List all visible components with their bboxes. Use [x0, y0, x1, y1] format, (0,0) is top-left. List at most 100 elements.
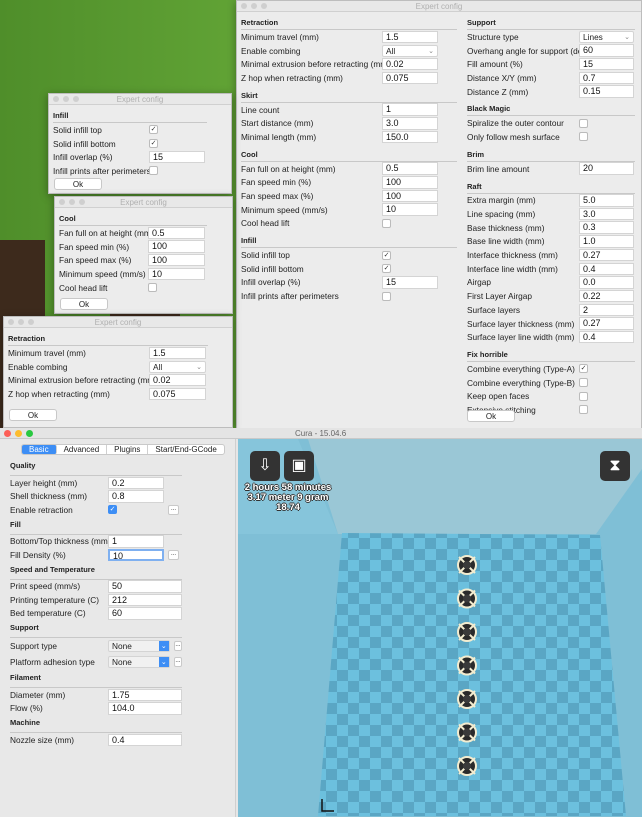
line-count-input[interactable]: 1 [382, 103, 438, 116]
distance-x-y-mm-input[interactable]: 0.7 [579, 71, 634, 85]
ok-button[interactable]: Ok [54, 178, 102, 190]
bottom-top-thickness-mm-input[interactable]: 1 [108, 535, 164, 548]
minimum-speed-mm-s-input[interactable]: 10 [148, 267, 205, 281]
extra-margin-mm-input[interactable]: 5.0 [579, 194, 634, 207]
fan-full-on-at-height-mm-input[interactable]: 0.5 [148, 226, 205, 240]
minimal-length-mm-input[interactable]: 150.0 [382, 130, 438, 144]
combine-everything-type-a-checkbox[interactable] [579, 364, 588, 374]
z-hop-when-retracting-mm-input[interactable]: 0.075 [382, 71, 438, 85]
bed-temperature-c-input[interactable]: 60 [108, 607, 182, 620]
minimal-extrusion-before-retracting-mm-input[interactable]: 0.02 [149, 373, 206, 387]
close-button[interactable] [4, 430, 11, 437]
support-type-select[interactable]: None ⌄ [108, 640, 170, 652]
airgap-input[interactable]: 0.0 [579, 276, 634, 289]
nozzle-size-mm-input[interactable]: 0.4 [108, 733, 182, 746]
ok-button[interactable]: Ok [9, 409, 57, 421]
ok-button[interactable]: Ok [60, 298, 108, 310]
first-layer-airgap-input[interactable]: 0.22 [579, 289, 634, 303]
infill-prints-after-perimeters-checkbox[interactable] [149, 166, 158, 176]
z-hop-when-retracting-mm-input[interactable]: 0.075 [149, 387, 206, 401]
shell-thickness-mm-input[interactable]: 0.8 [108, 490, 164, 503]
title-bar[interactable]: Cura - 15.04.6 [0, 428, 642, 439]
view-mode-button[interactable]: ⧗ [600, 451, 630, 481]
fan-speed-min-input[interactable]: 100 [382, 176, 438, 189]
distance-z-mm-input[interactable]: 0.15 [579, 85, 634, 98]
combine-everything-type-b-checkbox[interactable] [579, 378, 588, 388]
printed-object[interactable] [457, 756, 477, 776]
fill-density-input[interactable]: 10 [108, 548, 164, 561]
ok-button[interactable]: Ok [467, 410, 515, 422]
printed-object[interactable] [457, 655, 477, 676]
flow-input[interactable]: 104.0 [108, 702, 182, 715]
extensive-stitching-checkbox[interactable] [579, 405, 588, 415]
infill-prints-after-perimeters-checkbox[interactable] [382, 291, 391, 301]
more-options-button[interactable]: ... [168, 549, 179, 560]
printing-temperature-c-input[interactable]: 212 [108, 593, 182, 606]
fill-amount-input[interactable]: 15 [579, 57, 634, 71]
only-follow-mesh-surface-checkbox[interactable] [579, 132, 588, 142]
window-controls[interactable] [8, 319, 34, 325]
keep-open-faces-checkbox[interactable] [579, 391, 588, 401]
more-options-button[interactable]: ... [173, 657, 182, 667]
minimize-button[interactable] [15, 430, 22, 437]
window-controls[interactable] [59, 199, 85, 205]
window-controls[interactable] [4, 430, 33, 437]
platform-adhesion-type-select[interactable]: None ⌄ [108, 656, 170, 668]
solid-infill-top-checkbox[interactable] [149, 125, 158, 135]
enable-retraction-checkbox[interactable] [108, 505, 117, 515]
enable-combing-select[interactable]: All ⌄ [382, 44, 438, 57]
tab-advanced[interactable]: Advanced [57, 445, 108, 454]
surface-layer-thickness-mm-input[interactable]: 0.27 [579, 317, 634, 330]
title-bar[interactable]: Expert config [4, 317, 232, 328]
interface-thickness-mm-input[interactable]: 0.27 [579, 248, 634, 262]
base-thickness-mm-input[interactable]: 0.3 [579, 221, 634, 234]
tab-plugins[interactable]: Plugins [107, 445, 149, 454]
line-spacing-mm-input[interactable]: 3.0 [579, 207, 634, 221]
base-line-width-mm-input[interactable]: 1.0 [579, 235, 634, 248]
fan-speed-min-input[interactable]: 100 [148, 240, 205, 253]
surface-layer-line-width-mm-input[interactable]: 0.4 [579, 330, 634, 344]
structure-type-select[interactable]: Lines ⌄ [579, 30, 634, 43]
surface-layers-input[interactable]: 2 [579, 303, 634, 317]
print-speed-mm-s-input[interactable]: 50 [108, 580, 182, 593]
more-options-button[interactable]: ... [168, 504, 179, 515]
brim-line-amount-input[interactable]: 20 [579, 162, 634, 175]
diameter-mm-input[interactable]: 1.75 [108, 688, 182, 701]
minimum-travel-mm-input[interactable]: 1.5 [382, 30, 438, 44]
minimum-speed-mm-s-input[interactable]: 10 [382, 203, 438, 216]
minimal-extrusion-before-retracting-mm-input[interactable]: 0.02 [382, 57, 438, 71]
fan-speed-max-input[interactable]: 100 [382, 189, 438, 203]
cool-head-lift-checkbox[interactable] [148, 283, 157, 293]
fan-speed-max-input[interactable]: 100 [148, 253, 205, 267]
solid-infill-bottom-checkbox[interactable] [382, 264, 391, 274]
printed-object[interactable] [457, 622, 477, 642]
infill-overlap-input[interactable]: 15 [382, 276, 438, 289]
printed-object[interactable] [457, 588, 477, 609]
start-distance-mm-input[interactable]: 3.0 [382, 117, 438, 130]
save-toolpath-button[interactable]: ▣ [284, 451, 314, 481]
enable-combing-select[interactable]: All ⌄ [149, 360, 206, 373]
solid-infill-top-checkbox[interactable] [382, 250, 391, 260]
zoom-button[interactable] [26, 430, 33, 437]
spiralize-the-outer-contour-checkbox[interactable] [579, 118, 588, 128]
solid-infill-bottom-checkbox[interactable] [149, 139, 158, 149]
infill-overlap-input[interactable]: 15 [149, 150, 205, 164]
printed-object[interactable] [457, 555, 477, 575]
printed-object[interactable] [457, 689, 477, 709]
tab-start-end-gcode[interactable]: Start/End-GCode [148, 445, 223, 454]
printed-object[interactable] [457, 722, 477, 743]
window-controls[interactable] [241, 3, 267, 9]
minimum-travel-mm-input[interactable]: 1.5 [149, 346, 206, 360]
load-model-button[interactable]: ⇩ [250, 451, 280, 481]
3d-viewport[interactable]: ⇩ ▣ ⧗ 2 hours 58 minutes 3.17 meter 9 gr… [238, 439, 642, 817]
tab-basic[interactable]: Basic [22, 445, 57, 454]
layer-height-mm-input[interactable]: 0.2 [108, 476, 164, 489]
title-bar[interactable]: Expert config [55, 197, 232, 208]
interface-line-width-mm-input[interactable]: 0.4 [579, 262, 634, 276]
overhang-angle-for-support-deg-input[interactable]: 60 [579, 44, 634, 57]
title-bar[interactable]: Expert config [49, 94, 231, 105]
window-controls[interactable] [53, 96, 79, 102]
fan-full-on-at-height-mm-input[interactable]: 0.5 [382, 162, 438, 175]
cool-head-lift-checkbox[interactable] [382, 218, 391, 228]
title-bar[interactable]: Expert config [237, 1, 641, 12]
